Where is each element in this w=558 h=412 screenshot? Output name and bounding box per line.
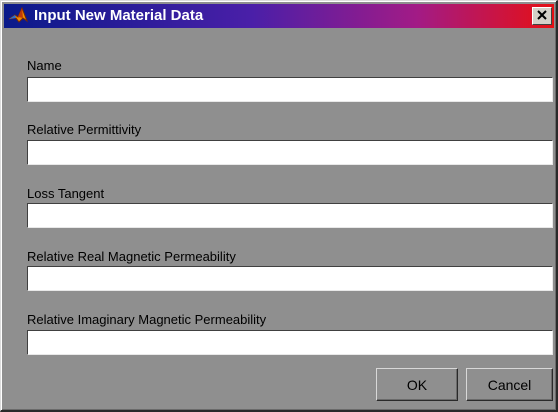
name-input[interactable] [27,77,553,102]
real-magnetic-permeability-label: Relative Real Magnetic Permeability [27,249,236,264]
cancel-button[interactable]: Cancel [466,368,553,401]
dialog-window: Input New Material Data Name Relative Pe… [0,0,558,412]
loss-tangent-label: Loss Tangent [27,186,105,201]
close-icon [537,7,547,25]
real-magnetic-permeability-input[interactable] [27,266,553,291]
imaginary-magnetic-permeability-input[interactable] [27,330,553,355]
title-bar[interactable]: Input New Material Data [4,4,554,28]
loss-tangent-input[interactable] [27,203,553,228]
matlab-icon [8,6,29,26]
dialog-title: Input New Material Data [34,7,204,24]
name-label: Name [27,58,62,73]
ok-button[interactable]: OK [376,368,458,401]
imaginary-magnetic-permeability-label: Relative Imaginary Magnetic Permeability [27,312,267,327]
relative-permittivity-input[interactable] [27,140,553,165]
relative-permittivity-label: Relative Permittivity [27,122,142,137]
close-button[interactable] [532,7,552,25]
